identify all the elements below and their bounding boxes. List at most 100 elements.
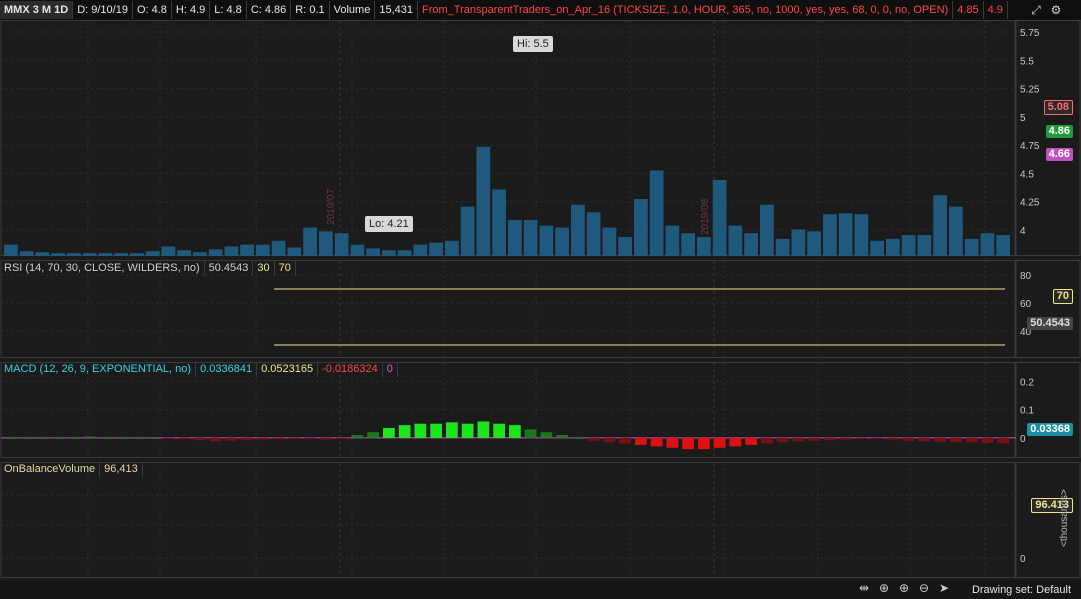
volume-label[interactable]: Volume xyxy=(330,1,376,19)
macd-histogram-bar xyxy=(288,437,301,439)
volume-bar xyxy=(445,240,459,256)
volume-bar xyxy=(791,229,806,256)
volume-bar xyxy=(649,170,664,256)
macd-histogram-bar xyxy=(713,437,726,448)
macd-header: MACD (12, 26, 9, EXPONENTIAL, no) 0.03368… xyxy=(0,362,398,377)
rsi-value-tag: 50.4543 xyxy=(1027,317,1073,330)
macd-histogram-bar xyxy=(524,429,537,438)
macd-histogram-bar xyxy=(666,437,679,448)
macd-histogram-bar xyxy=(509,425,521,438)
macd-histogram-bar xyxy=(918,437,931,442)
macd-label[interactable]: MACD (12, 26, 9, EXPONENTIAL, no) xyxy=(0,362,197,377)
study-value-2: 4.9 xyxy=(984,1,1008,19)
obv-label[interactable]: OnBalanceVolume xyxy=(0,462,101,477)
study-label[interactable]: From_TransparentTraders_on_Apr_16 (TICKS… xyxy=(418,1,954,19)
volume-bar xyxy=(98,253,113,256)
macd-histogram-bar xyxy=(146,437,159,439)
macd-histogram-bar xyxy=(335,437,348,439)
drawing-set-label[interactable]: Drawing set: Default xyxy=(972,584,1071,596)
zoom-in-icon[interactable]: ⊕ xyxy=(895,581,913,597)
scroll-icon[interactable]: ⇹ xyxy=(855,581,873,597)
macd-histogram-bar xyxy=(792,437,805,442)
obv-axis-tick: 0 xyxy=(1020,554,1026,565)
volume-bar xyxy=(775,238,790,256)
rsi-label[interactable]: RSI (14, 70, 30, CLOSE, WILDERS, no) xyxy=(0,261,205,276)
volume-bar xyxy=(334,233,349,256)
macd-histogram-bar xyxy=(745,437,757,445)
macd-histogram-bar xyxy=(304,437,316,439)
macd-histogram-bar xyxy=(887,437,899,440)
range-readout: R: 0.1 xyxy=(291,1,330,19)
macd-histogram-bar xyxy=(981,437,994,443)
volume-bar xyxy=(571,204,585,256)
macd-histogram-bar xyxy=(209,437,222,442)
macd-histogram-bar xyxy=(698,437,710,450)
macd-histogram-bar xyxy=(320,437,332,440)
macd-histogram-bar xyxy=(5,437,17,439)
macd-histogram-bar xyxy=(446,422,458,438)
obv-frame xyxy=(0,462,1016,578)
macd-histogram-bar xyxy=(225,437,238,441)
volume-bar xyxy=(964,238,979,256)
volume-bar xyxy=(413,244,428,256)
chart-canvas[interactable]: 7/17/87/157/227/298/58/128/198/269/29/9 … xyxy=(0,20,1081,580)
volume-bar xyxy=(319,231,333,256)
low-callout: Lo: 4.21 xyxy=(365,216,413,232)
rsi-axis-tick: 60 xyxy=(1020,299,1032,310)
volume-bar xyxy=(697,237,711,256)
volume-bar xyxy=(366,248,380,256)
macd-value-tag: 0.03368 xyxy=(1027,423,1073,436)
macd-diff: -0.0186324 xyxy=(318,362,383,377)
macd-histogram-bar xyxy=(997,437,1009,444)
last-price-tag: 4.86 xyxy=(1045,125,1073,138)
volume-bar xyxy=(933,195,947,256)
macd-histogram-bar xyxy=(682,437,694,450)
volume-bar xyxy=(854,214,869,256)
close-readout: C: 4.86 xyxy=(247,1,292,19)
volume-bar xyxy=(67,253,81,256)
crosshair-icon[interactable]: ⊕ xyxy=(875,581,893,597)
price-axis-tick: 4.25 xyxy=(1020,198,1040,209)
volume-bar xyxy=(760,204,774,256)
volume-bar xyxy=(681,233,695,256)
volume-bar xyxy=(476,146,491,256)
macd-histogram-bar xyxy=(257,437,269,440)
settings-icon[interactable]: ⚙ xyxy=(1047,1,1065,19)
macd-histogram-bar xyxy=(855,437,868,439)
price-axis-tick: 5 xyxy=(1020,113,1026,124)
obv-value: 96,413 xyxy=(100,462,143,477)
macd-histogram-bar xyxy=(871,437,883,439)
rsi-level-high: 70 xyxy=(275,261,296,276)
volume-bar xyxy=(744,233,758,256)
macd-histogram-bar xyxy=(367,432,379,438)
expand-icon[interactable]: ⤢ xyxy=(1027,1,1045,19)
volume-bar xyxy=(807,231,821,256)
macd-histogram-bar xyxy=(241,437,253,441)
volume-bar xyxy=(618,237,632,256)
price-axis-tick: 5.25 xyxy=(1020,85,1040,96)
macd-histogram-bar xyxy=(603,437,616,443)
volume-bar xyxy=(382,250,396,256)
macd-histogram-bar xyxy=(965,437,978,443)
volume-bar xyxy=(193,252,207,256)
cursor-icon[interactable]: ➤ xyxy=(935,581,953,597)
zoom-out-icon[interactable]: ⊖ xyxy=(915,581,933,597)
macd-histogram-bar xyxy=(194,437,206,441)
volume-bar xyxy=(287,247,302,256)
price-axis-tick: 5.5 xyxy=(1020,56,1034,67)
high-callout: Hi: 5.5 xyxy=(513,36,553,52)
volume-bar xyxy=(870,240,884,256)
volume-bar xyxy=(4,244,18,256)
volume-bar xyxy=(397,250,412,256)
volume-bar xyxy=(240,244,254,256)
macd-histogram-bar xyxy=(824,437,836,441)
volume-bar xyxy=(728,225,743,256)
symbol-label[interactable]: MMX 3 M 1D xyxy=(0,1,74,19)
volume-value: 15,431 xyxy=(375,1,418,19)
price-axis-tick: 4.75 xyxy=(1020,141,1040,152)
volume-bar xyxy=(177,250,191,256)
volume-bar xyxy=(492,189,506,256)
macd-histogram-bar xyxy=(398,425,411,438)
volume-bar xyxy=(51,253,65,256)
macd-histogram-bar xyxy=(20,437,33,439)
